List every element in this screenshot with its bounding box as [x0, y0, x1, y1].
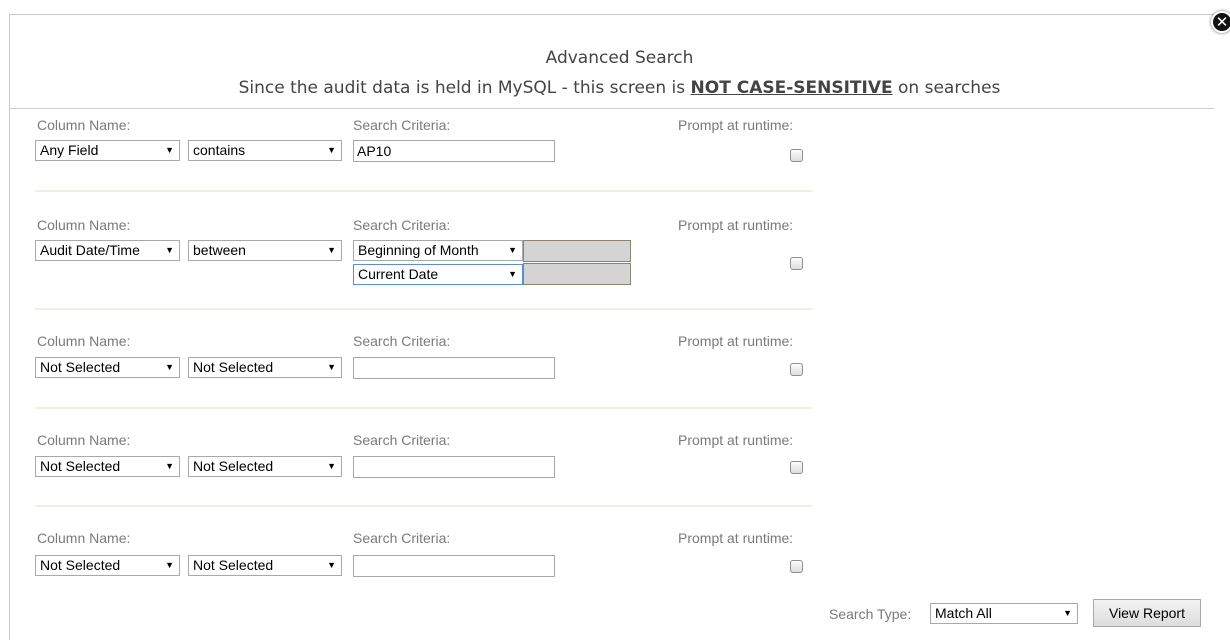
- dropdown-arrow-icon: ▼: [327, 560, 336, 570]
- dropdown-arrow-icon: ▼: [165, 362, 174, 372]
- dropdown-arrow-icon: ▼: [508, 269, 517, 279]
- column-name-select[interactable]: Audit Date/Time ▼: [35, 240, 180, 261]
- row-separator: [35, 407, 812, 409]
- dropdown-arrow-icon: ▼: [327, 245, 336, 255]
- search-criteria-label: Search Criteria:: [353, 117, 451, 133]
- operator-select[interactable]: Not Selected ▼: [188, 357, 342, 378]
- view-report-button[interactable]: View Report: [1093, 599, 1201, 627]
- operator-select[interactable]: between ▼: [188, 240, 342, 261]
- prompt-checkbox[interactable]: [790, 149, 803, 162]
- prompt-at-runtime-label: Prompt at runtime:: [678, 530, 794, 546]
- date-from-select[interactable]: Beginning of Month ▼: [353, 240, 523, 261]
- dropdown-arrow-icon: ▼: [165, 461, 174, 471]
- search-criteria-label: Search Criteria:: [353, 217, 451, 233]
- dropdown-arrow-icon: ▼: [327, 145, 336, 155]
- column-name-label: Column Name:: [37, 333, 131, 349]
- column-name-select[interactable]: Not Selected ▼: [35, 555, 180, 576]
- dropdown-arrow-icon: ▼: [165, 560, 174, 570]
- prompt-checkbox[interactable]: [790, 363, 803, 376]
- prompt-at-runtime-label: Prompt at runtime:: [678, 333, 794, 349]
- prompt-checkbox[interactable]: [790, 257, 803, 270]
- dropdown-arrow-icon: ▼: [327, 362, 336, 372]
- row-separator: [35, 308, 812, 310]
- header-divider: [9, 108, 1214, 109]
- date-from-field: [523, 240, 631, 262]
- column-name-select[interactable]: Not Selected ▼: [35, 456, 180, 477]
- operator-select[interactable]: Not Selected ▼: [188, 456, 342, 477]
- prompt-checkbox[interactable]: [790, 560, 803, 573]
- row-separator: [35, 505, 812, 507]
- column-name-label: Column Name:: [37, 530, 131, 546]
- date-to-field: [523, 263, 631, 285]
- close-icon[interactable]: ✕: [1211, 11, 1230, 33]
- prompt-at-runtime-label: Prompt at runtime:: [678, 432, 794, 448]
- date-to-select[interactable]: Current Date ▼: [353, 264, 523, 285]
- search-criteria-label: Search Criteria:: [353, 432, 451, 448]
- search-type-select[interactable]: Match All ▼: [930, 603, 1078, 624]
- dropdown-arrow-icon: ▼: [508, 245, 517, 255]
- dialog-subtitle: Since the audit data is held in MySQL - …: [9, 78, 1230, 98]
- search-criteria-input[interactable]: [353, 357, 555, 379]
- search-criteria-input[interactable]: [353, 555, 555, 577]
- operator-select[interactable]: Not Selected ▼: [188, 555, 342, 576]
- subtitle-suffix: on searches: [892, 78, 1001, 98]
- search-criteria-label: Search Criteria:: [353, 333, 451, 349]
- search-criteria-label: Search Criteria:: [353, 530, 451, 546]
- prompt-checkbox[interactable]: [790, 461, 803, 474]
- subtitle-prefix: Since the audit data is held in MySQL - …: [238, 78, 691, 98]
- operator-select[interactable]: contains ▼: [188, 140, 342, 161]
- dropdown-arrow-icon: ▼: [165, 245, 174, 255]
- dropdown-arrow-icon: ▼: [1063, 608, 1072, 618]
- dropdown-arrow-icon: ▼: [165, 145, 174, 155]
- column-name-label: Column Name:: [37, 117, 131, 133]
- row-separator: [35, 190, 812, 192]
- search-criteria-input[interactable]: AP10: [353, 140, 555, 162]
- search-criteria-input[interactable]: [353, 456, 555, 478]
- prompt-at-runtime-label: Prompt at runtime:: [678, 117, 794, 133]
- dropdown-arrow-icon: ▼: [327, 461, 336, 471]
- dialog-title: Advanced Search: [545, 48, 694, 68]
- prompt-at-runtime-label: Prompt at runtime:: [678, 217, 794, 233]
- column-name-label: Column Name:: [37, 217, 131, 233]
- column-name-select[interactable]: Not Selected ▼: [35, 357, 180, 378]
- column-name-label: Column Name:: [37, 432, 131, 448]
- search-type-label: Search Type:: [829, 606, 912, 622]
- subtitle-emphasis: NOT CASE-SENSITIVE: [690, 78, 893, 98]
- column-name-select[interactable]: Any Field ▼: [35, 140, 180, 161]
